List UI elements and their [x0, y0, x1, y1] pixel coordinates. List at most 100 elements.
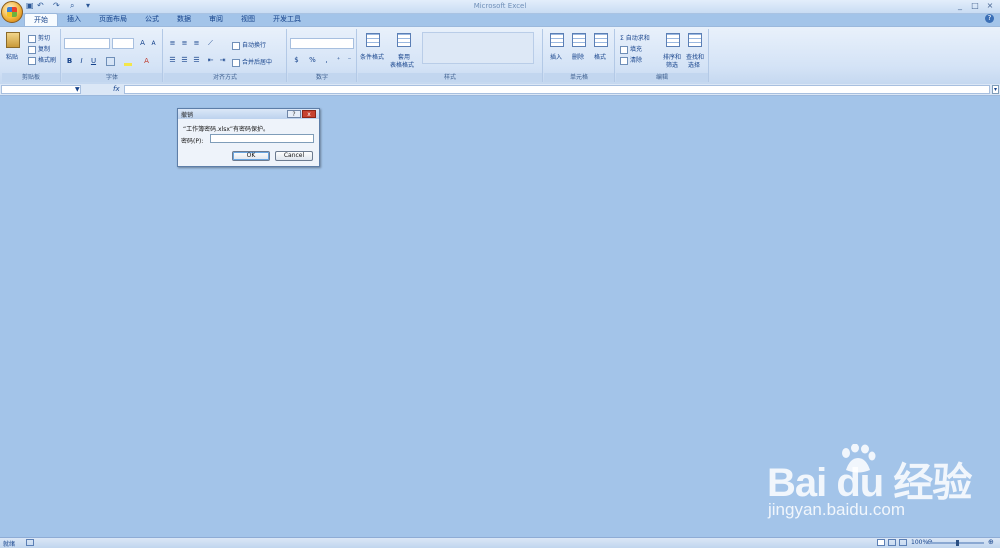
orientation-icon[interactable]: ⟋	[206, 39, 215, 48]
redo-icon[interactable]: ↷	[53, 2, 61, 10]
decrease-decimal-icon[interactable]: ⁻	[345, 56, 354, 65]
formula-input[interactable]	[124, 85, 990, 94]
find-select-label: 选择	[688, 62, 701, 69]
print-preview-icon[interactable]: ⌕	[70, 2, 78, 10]
zoom-slider-thumb[interactable]	[956, 540, 959, 546]
undo-icon[interactable]: ↶	[37, 2, 45, 10]
tab-view[interactable]: 视图	[232, 13, 264, 25]
window-title: Microsoft Excel	[473, 2, 527, 10]
tab-developer[interactable]: 开发工具	[264, 13, 310, 25]
tab-formulas[interactable]: 公式	[136, 13, 168, 25]
name-box[interactable]	[1, 85, 81, 94]
format-as-table-label: 表格格式	[390, 62, 415, 69]
ribbon-tabs: 开始 插入 页面布局 公式 数据 审阅 视图 开发工具	[24, 13, 310, 26]
conditional-format-icon[interactable]	[366, 33, 380, 47]
office-logo-icon	[7, 7, 17, 17]
zoom-level[interactable]: 100%	[911, 539, 928, 546]
delete-cells-button[interactable]: 删除	[572, 52, 584, 61]
minimize-button[interactable]: _	[955, 1, 965, 11]
tab-insert[interactable]: 插入	[58, 13, 90, 25]
cut-button[interactable]: 剪切	[28, 33, 50, 43]
increase-indent-icon[interactable]: ⇥	[218, 56, 227, 65]
align-right-icon[interactable]: ☰	[192, 56, 201, 65]
function-button[interactable]: fx	[113, 85, 120, 93]
increase-decimal-icon[interactable]: ⁺	[334, 56, 343, 65]
dialog-message: “工作簿密码.xlsx”有密码保护。	[183, 126, 270, 133]
copy-button[interactable]: 复制	[28, 44, 50, 54]
italic-button[interactable]: I	[77, 57, 86, 66]
password-label: 密码(P):	[181, 138, 204, 145]
fill-down-icon	[620, 45, 628, 54]
cancel-button[interactable]: Cancel	[275, 151, 313, 161]
comma-icon[interactable]: ,	[322, 56, 331, 65]
accounting-icon[interactable]: $	[292, 56, 301, 65]
expand-formula-icon[interactable]: ▾	[992, 85, 999, 94]
page-layout-view-icon[interactable]	[888, 539, 896, 546]
conditional-format-button[interactable]: 条件格式	[360, 52, 384, 61]
cell-styles-gallery[interactable]	[422, 32, 534, 64]
align-center-icon[interactable]: ☰	[180, 56, 189, 65]
group-label-editing: 编辑	[616, 73, 708, 82]
tab-page-layout[interactable]: 页面布局	[90, 13, 136, 25]
align-left-icon[interactable]: ☰	[168, 56, 177, 65]
underline-button[interactable]: U	[89, 57, 98, 66]
office-button[interactable]	[1, 1, 23, 23]
paste-button[interactable]: 粘贴	[6, 52, 18, 61]
fill-color-icon[interactable]	[124, 63, 132, 66]
maximize-button[interactable]: □	[970, 1, 980, 11]
grow-font-button[interactable]: A	[138, 39, 147, 48]
find-select-icon[interactable]	[688, 33, 702, 47]
delete-cells-icon[interactable]	[572, 33, 586, 47]
clear-button[interactable]: 清除	[620, 55, 642, 65]
wrap-text-button[interactable]: 自动换行	[232, 40, 266, 50]
autosum-button[interactable]: Σ 自动求和	[620, 33, 650, 42]
dialog-title-bar[interactable]: 撤销 ? x	[178, 109, 319, 119]
merge-icon	[232, 58, 240, 67]
paste-icon[interactable]	[6, 32, 20, 48]
align-top-icon[interactable]: ≡	[168, 39, 177, 48]
shrink-font-button[interactable]: A	[149, 39, 158, 48]
formula-bar: ▼ fx ▾	[0, 84, 1000, 96]
sort-filter-label: 筛选	[666, 62, 679, 69]
zoom-in-icon[interactable]: ⊕	[988, 538, 994, 546]
title-bar: Microsoft Excel ▣ ↶ ↷ ⌕ ▾ _ □ ×	[0, 0, 1000, 14]
close-button[interactable]: ×	[985, 1, 995, 11]
dialog-close-button[interactable]: x	[302, 110, 316, 118]
percent-button[interactable]: %	[308, 56, 317, 65]
save-icon[interactable]: ▣	[26, 2, 34, 10]
decrease-indent-icon[interactable]: ⇤	[206, 56, 215, 65]
page-break-view-icon[interactable]	[899, 539, 907, 546]
group-label-font: 字体	[62, 73, 162, 82]
format-cells-button[interactable]: 格式	[594, 52, 606, 61]
format-cells-icon[interactable]	[594, 33, 608, 47]
font-size-dropdown[interactable]	[112, 38, 134, 49]
align-bottom-icon[interactable]: ≡	[192, 39, 201, 48]
insert-cells-icon[interactable]	[550, 33, 564, 47]
macro-record-icon[interactable]	[26, 539, 34, 546]
align-middle-icon[interactable]: ≡	[180, 39, 189, 48]
name-box-dropdown-icon[interactable]: ▼	[75, 86, 80, 93]
customize-icon[interactable]: ▾	[86, 2, 94, 10]
font-color-icon[interactable]: A	[142, 57, 151, 66]
watermark-url: jingyan.baidu.com	[768, 500, 906, 519]
help-icon[interactable]: ?	[985, 14, 994, 23]
borders-icon[interactable]	[106, 57, 115, 66]
normal-view-icon[interactable]	[877, 539, 885, 546]
ok-button[interactable]: OK	[232, 151, 270, 161]
fill-button[interactable]: 填充	[620, 44, 642, 54]
insert-cells-button[interactable]: 插入	[550, 52, 562, 61]
bold-button[interactable]: B	[65, 57, 74, 66]
tab-data[interactable]: 数据	[168, 13, 200, 25]
number-format-dropdown[interactable]	[290, 38, 354, 49]
dialog-help-button[interactable]: ?	[287, 110, 301, 118]
group-alignment: ≡ ≡ ≡ ⟋ 自动换行 ☰ ☰ ☰ ⇤ ⇥ 合并后居中 对齐方式	[164, 29, 287, 82]
font-name-dropdown[interactable]	[64, 38, 110, 49]
format-painter-button[interactable]: 格式刷	[28, 55, 56, 65]
password-input[interactable]	[210, 134, 314, 143]
fx-area: fx	[85, 85, 123, 94]
merge-center-button[interactable]: 合并后居中	[232, 57, 272, 67]
format-as-table-icon[interactable]	[397, 33, 411, 47]
tab-review[interactable]: 审阅	[200, 13, 232, 25]
tab-home[interactable]: 开始	[24, 13, 58, 26]
sort-filter-icon[interactable]	[666, 33, 680, 47]
